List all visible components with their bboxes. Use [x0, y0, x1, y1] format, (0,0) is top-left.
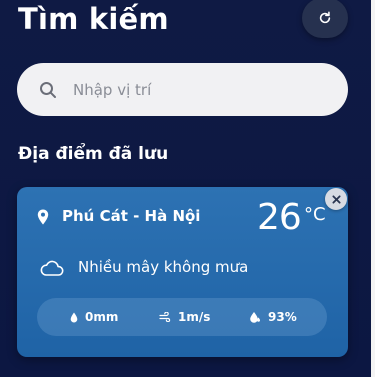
weather-description: Nhiều mây không mưa [78, 258, 249, 276]
humidity-icon [249, 311, 261, 323]
raindrop-icon [70, 312, 78, 323]
wind-value: 1m/s [178, 310, 211, 324]
search-input[interactable] [73, 80, 313, 99]
rain-value: 0mm [85, 310, 119, 324]
location-pin-icon [37, 209, 49, 225]
location-name: Phú Cát - Hà Nội [62, 207, 201, 225]
humidity-value: 93% [268, 310, 297, 324]
page-title: Tìm kiếm [18, 2, 169, 36]
close-icon [331, 194, 341, 204]
temperature-unit: °C [304, 204, 326, 225]
weather-stats-bar: 0mm 1m/s 93% [37, 298, 327, 336]
window-edge [371, 0, 375, 377]
refresh-button[interactable] [302, 0, 348, 38]
remove-location-button[interactable] [325, 188, 347, 210]
saved-location-card[interactable]: Phú Cát - Hà Nội 26 °C Nhiều mây không m… [17, 187, 348, 357]
saved-locations-heading: Địa điểm đã lưu [18, 144, 169, 164]
search-icon [39, 81, 57, 99]
wind-stat: 1m/s [159, 298, 210, 336]
temperature-value: 26 [257, 197, 302, 238]
wind-icon [159, 312, 171, 322]
humidity-stat: 93% [249, 298, 297, 336]
cloud-icon [40, 260, 64, 276]
search-screen: Tìm kiếm Địa điểm đã lưu Phú Cát - Hà Nộ… [0, 0, 375, 377]
rain-stat: 0mm [70, 298, 118, 336]
search-bar[interactable] [17, 63, 348, 116]
refresh-icon [319, 11, 331, 24]
